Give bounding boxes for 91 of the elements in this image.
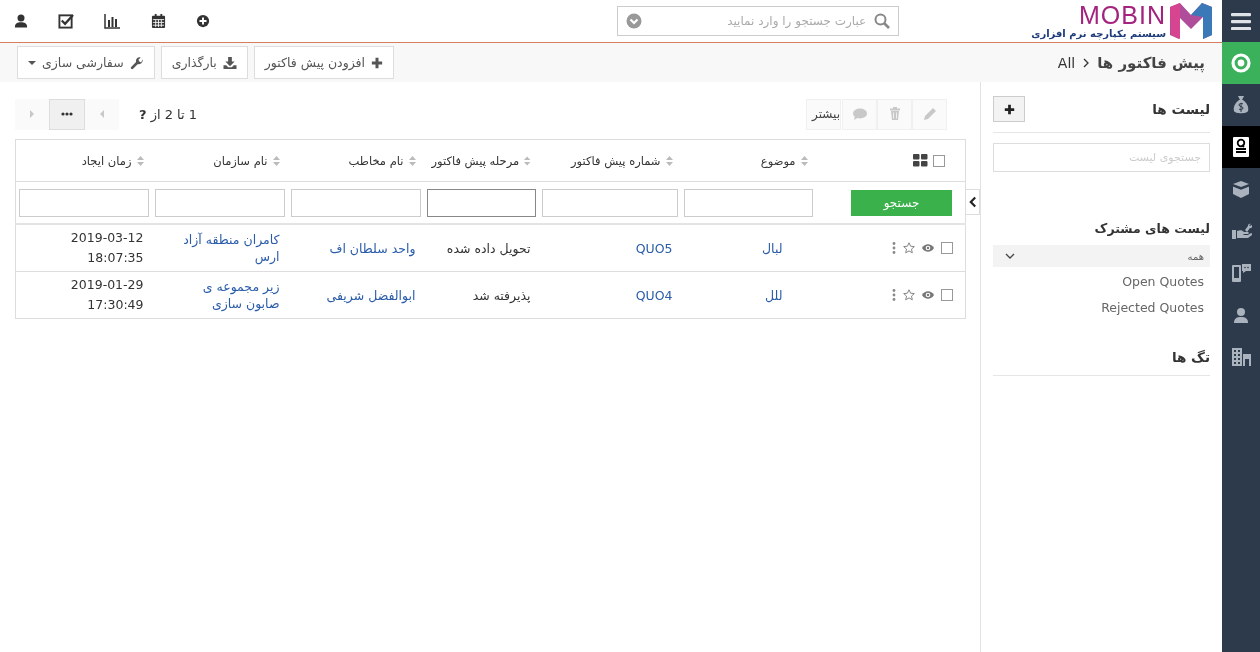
chevron-left-icon xyxy=(968,196,977,208)
filter-field[interactable] xyxy=(683,188,813,217)
toolbar-button[interactable]: سفارشی سازی xyxy=(17,46,155,79)
menu-icon xyxy=(1231,12,1251,30)
more-icon xyxy=(61,112,73,116)
phone-chat-icon xyxy=(1230,263,1252,283)
next-icon xyxy=(29,110,35,118)
trash-icon xyxy=(888,107,901,121)
contact-link[interactable]: واحد سلطان اف xyxy=(329,240,416,256)
calendar-icon[interactable] xyxy=(151,13,166,29)
logo-tagline: سیستم یکپارچه نرم افزاری xyxy=(1031,26,1166,40)
sort-icon[interactable] xyxy=(408,155,416,166)
eye-icon[interactable] xyxy=(922,243,934,253)
column-header[interactable]: زمان ایجاد xyxy=(81,153,132,168)
row-checkbox[interactable] xyxy=(941,289,953,301)
box-icon xyxy=(1231,179,1251,199)
sort-icon[interactable] xyxy=(800,155,808,166)
sort-icon[interactable] xyxy=(272,155,280,166)
row-checkbox[interactable] xyxy=(941,242,953,254)
caret-icon xyxy=(28,60,36,65)
bar-chart-icon[interactable] xyxy=(104,13,121,29)
list-item[interactable]: Open Quotes xyxy=(993,269,1210,293)
kebab-icon[interactable] xyxy=(892,242,896,254)
filter-field[interactable] xyxy=(541,188,678,217)
pencil-icon xyxy=(922,107,937,121)
add-list-button[interactable] xyxy=(993,96,1025,122)
hand-wrench-icon xyxy=(1230,221,1252,241)
created-time: 2019-01-29 17:30:49 xyxy=(69,276,144,314)
filter-field[interactable] xyxy=(426,188,536,217)
grid-icon[interactable] xyxy=(913,154,928,167)
user-icon xyxy=(1231,305,1251,325)
building-icon xyxy=(1230,347,1252,367)
download-icon xyxy=(222,56,237,69)
pagination-summary: 1 تا 2 از ? xyxy=(139,106,198,122)
target-icon xyxy=(1231,53,1251,73)
section-title: تگ ها xyxy=(1171,349,1210,365)
breadcrumb-link[interactable]: All xyxy=(1057,54,1076,71)
column-header[interactable]: نام مخاطب xyxy=(348,153,404,168)
quote-number-link[interactable]: QUO4 xyxy=(635,287,673,303)
chevron-down-icon xyxy=(1005,253,1015,259)
collapse-panel-button[interactable] xyxy=(966,189,980,215)
list-dropdown[interactable]: همه xyxy=(993,245,1210,267)
chevron-right-icon xyxy=(1083,57,1090,68)
more-button[interactable]: بیشتر xyxy=(806,98,841,130)
stage-text: پذیرفته شد xyxy=(472,287,531,303)
chevron-circle-icon[interactable] xyxy=(626,13,643,29)
contact-link[interactable]: ابوالفضل شریفی xyxy=(326,287,416,303)
plus-circle-icon[interactable] xyxy=(196,14,210,28)
list-item[interactable]: Rejected Quotes xyxy=(993,295,1210,319)
breadcrumb-title[interactable]: پیش فاکتور ها xyxy=(1097,53,1205,72)
organization-link[interactable]: زیر مجموعه ی صابون سازی xyxy=(173,278,280,312)
logo-name: MOBIN xyxy=(1079,2,1166,27)
panel-title: لیست ها xyxy=(1152,101,1210,117)
plus-icon xyxy=(371,56,384,69)
comment-icon xyxy=(852,108,867,120)
search-field[interactable]: عبارت جستجو را وارد نمایید xyxy=(617,6,900,36)
column-header[interactable]: موضوع xyxy=(760,153,796,168)
checkbox-icon[interactable] xyxy=(58,13,74,29)
eye-icon[interactable] xyxy=(922,290,934,300)
previous-icon xyxy=(99,110,105,118)
star-icon[interactable] xyxy=(903,289,915,301)
logo-icon xyxy=(1170,3,1212,39)
wrench-icon xyxy=(129,55,144,70)
toolbar-button[interactable]: افزودن پیش فاکتور xyxy=(253,46,395,79)
sort-icon[interactable] xyxy=(524,155,531,166)
select-all-checkbox[interactable] xyxy=(933,154,945,167)
page-menu-button[interactable] xyxy=(49,98,85,130)
subject-link[interactable]: لبال xyxy=(762,240,783,256)
filter-field[interactable] xyxy=(154,188,285,217)
sidebar-item[interactable] xyxy=(1222,126,1260,168)
sort-icon[interactable] xyxy=(136,155,144,166)
quote-number-link[interactable]: QUO5 xyxy=(635,240,673,256)
star-icon[interactable] xyxy=(903,242,915,254)
section-title: لیست های مشترک xyxy=(1094,221,1210,236)
money-bag-icon xyxy=(1231,95,1251,115)
document-icon xyxy=(1232,137,1250,157)
filter-field[interactable] xyxy=(19,188,149,217)
created-time: 2019-03-12 18:07:35 xyxy=(69,229,144,267)
sort-icon[interactable] xyxy=(665,155,673,166)
kebab-icon[interactable] xyxy=(892,289,896,301)
search-icon[interactable] xyxy=(874,13,891,29)
subject-link[interactable]: للل xyxy=(765,287,783,303)
stage-text: تحویل داده شده xyxy=(446,240,531,256)
toolbar-button[interactable]: بارگذاری xyxy=(160,46,248,79)
filter-field[interactable] xyxy=(290,188,421,217)
column-header[interactable]: شماره پیش فاکتور xyxy=(571,153,661,168)
organization-link[interactable]: کامران منطقه آزاد ارس xyxy=(173,231,280,265)
plus-icon xyxy=(1003,103,1015,115)
column-header[interactable]: مرحله پیش فاکتور xyxy=(431,153,520,168)
column-header[interactable]: نام سازمان xyxy=(213,153,268,168)
user-icon[interactable] xyxy=(14,13,28,29)
